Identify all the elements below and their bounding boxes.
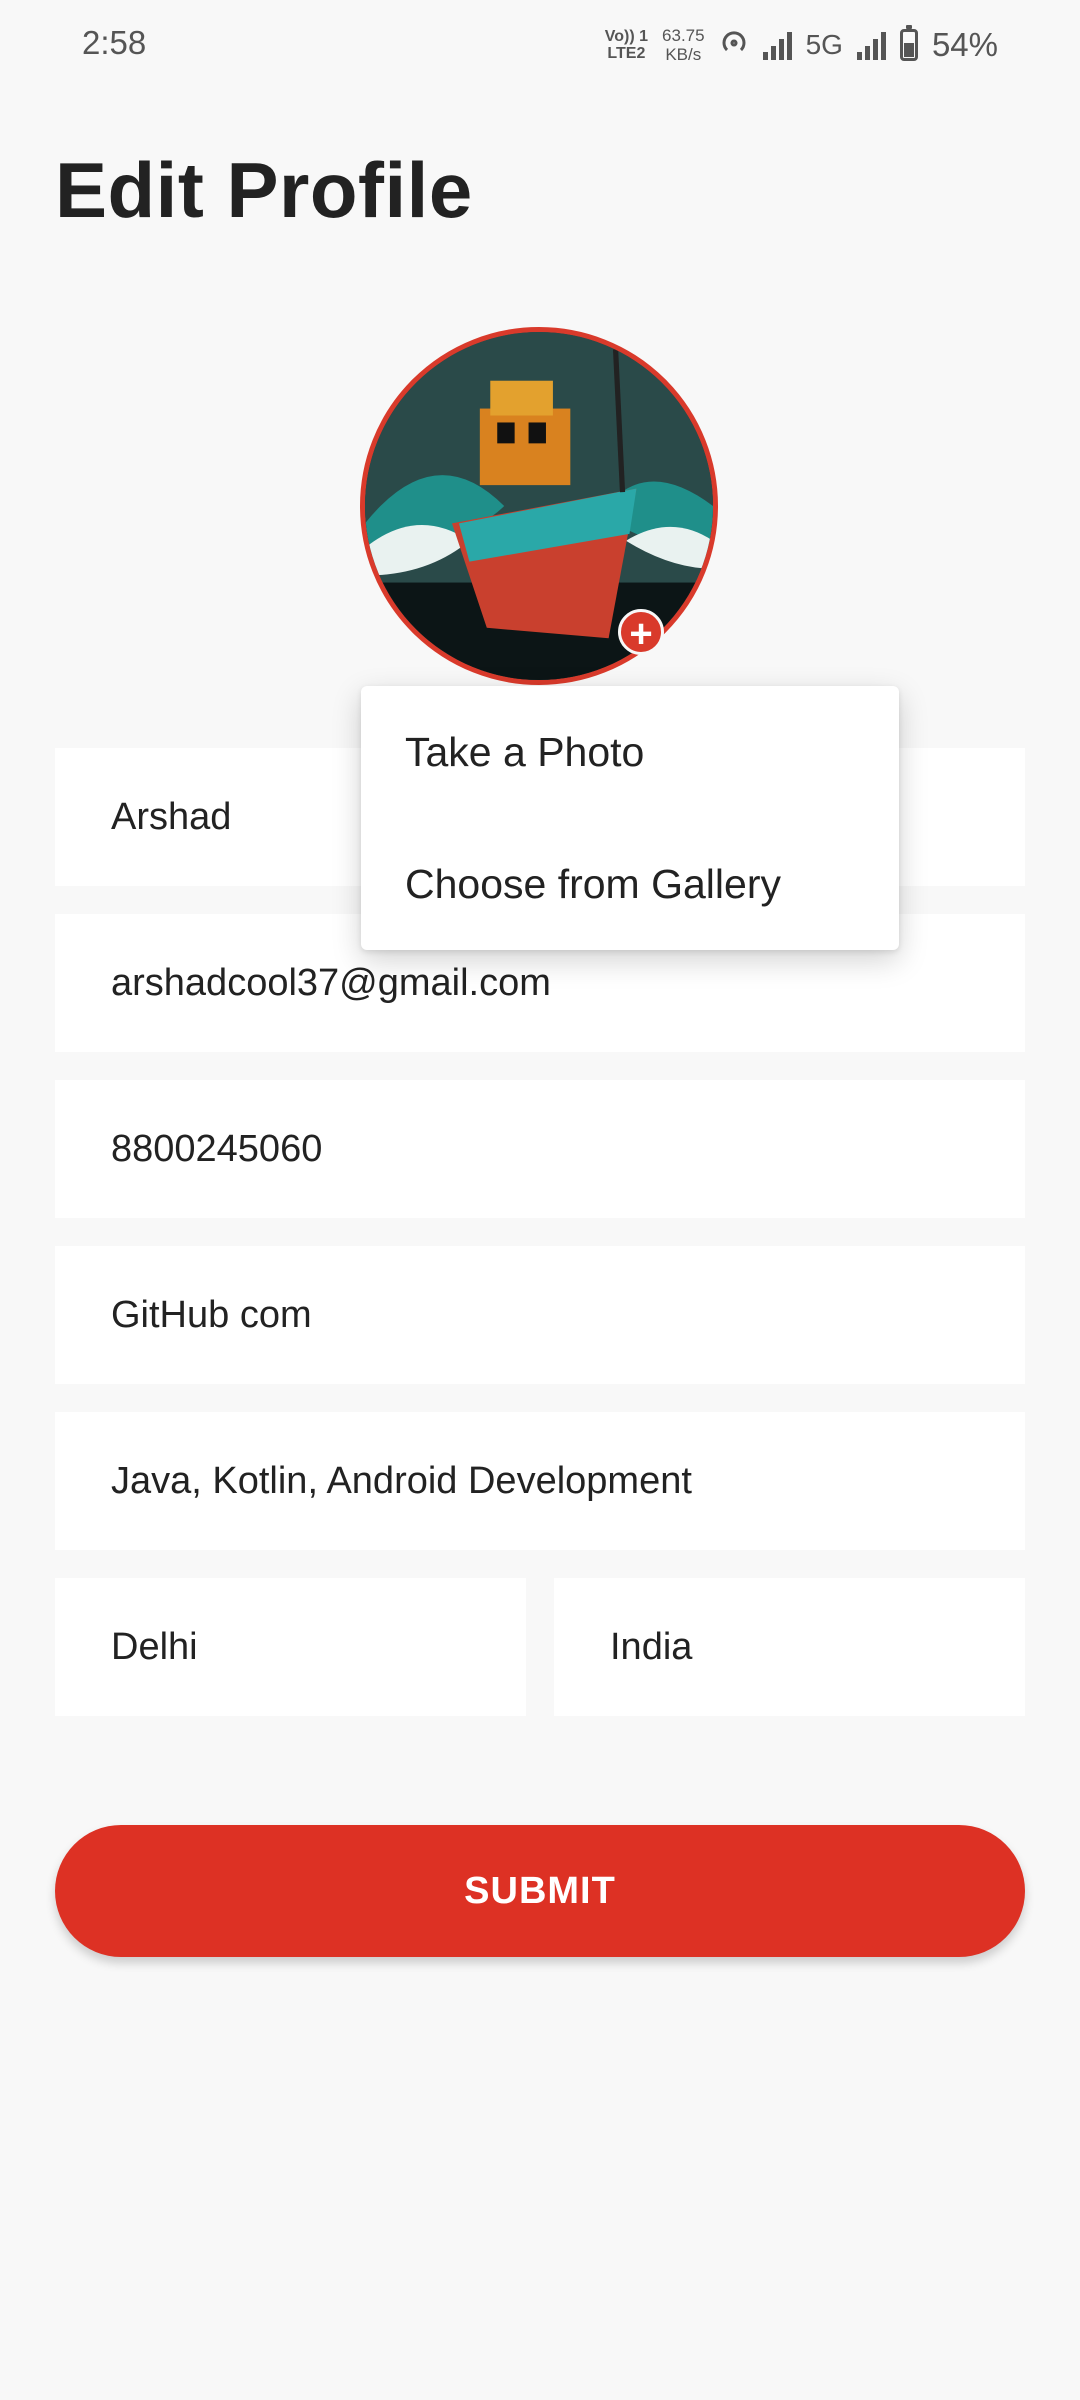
status-time: 2:58: [82, 24, 147, 61]
city-field[interactable]: Delhi: [55, 1578, 526, 1716]
photo-source-menu: Take a Photo Choose from Gallery: [361, 686, 899, 950]
submit-button[interactable]: SUBMIT: [55, 1825, 1025, 1957]
status-icons: Vo)) 1 LTE2 63.75 KB/s 5G 54%: [605, 20, 998, 70]
network-speed: 63.75 KB/s: [662, 26, 705, 64]
github-field[interactable]: GitHub com: [55, 1246, 1025, 1384]
page-title: Edit Profile: [55, 146, 473, 234]
volte-indicator: Vo)) 1 LTE2: [604, 28, 649, 62]
phone-field[interactable]: 8800245060: [55, 1080, 1025, 1218]
skills-field[interactable]: Java, Kotlin, Android Development: [55, 1412, 1025, 1550]
battery-icon: [899, 25, 918, 61]
country-field[interactable]: India: [554, 1578, 1025, 1716]
status-bar: 2:58 Vo)) 1 LTE2 63.75 KB/s 5G 54%: [0, 0, 1080, 90]
network-type: 5G: [805, 29, 843, 60]
battery-percent: 54%: [931, 26, 998, 63]
hotspot-icon: [719, 28, 749, 63]
signal-icon-1: [762, 30, 792, 60]
add-photo-icon[interactable]: +: [618, 609, 664, 656]
menu-item-take-photo[interactable]: Take a Photo: [361, 686, 899, 818]
signal-icon-2: [856, 30, 886, 60]
menu-item-choose-gallery[interactable]: Choose from Gallery: [361, 818, 899, 950]
profile-avatar[interactable]: [360, 327, 718, 685]
